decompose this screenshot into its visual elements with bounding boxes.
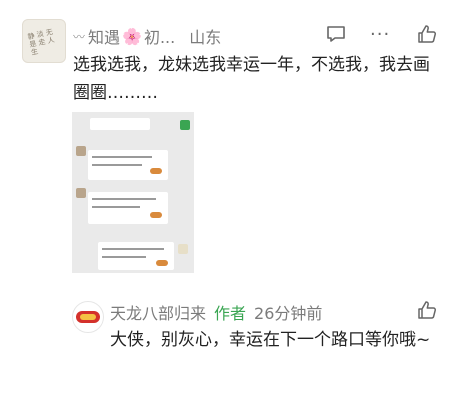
chat-line [92,198,156,200]
comment-image-thumbnail[interactable] [72,112,194,273]
reply-timestamp: 26分钟前 [254,304,323,323]
commenter-name-part2[interactable]: 初... [144,24,175,48]
author-logo-accent [80,314,96,320]
chat-emoji [150,168,162,174]
flower-icon: 🌸 [122,26,142,46]
more-options-icon[interactable]: ··· [370,26,390,44]
chat-line [102,256,146,258]
chat-line [92,156,152,158]
author-avatar[interactable] [72,301,104,333]
chat-bubble [88,192,168,224]
chat-line [102,248,164,250]
author-badge: 作者 [214,304,247,323]
commenter-location: 山东 [189,28,222,47]
chat-line [92,206,140,208]
reply-author-name[interactable]: 天龙八部归来 [110,300,206,324]
username-decoration: 〰 [73,29,85,44]
chat-emoji [150,212,162,218]
reply-body: 大侠，别灰心，幸运在下一个路口等你哦~ [110,330,431,350]
commenter-meta: 〰 知遇 🌸 初... 山东 [73,24,221,48]
chat-avatar [76,146,86,156]
commenter-avatar[interactable]: 静 淡 无 是 走 人 生 [22,19,66,63]
chat-line [92,164,142,166]
commenter-name-part1[interactable]: 知遇 [88,24,120,48]
avatar-scribble: 静 淡 无 是 走 人 生 [27,28,56,57]
chat-avatar [76,188,86,198]
reply-comment-icon[interactable] [326,25,346,43]
comment-body: 选我选我，龙妹选我幸运一年，不选我，我去画圈圈……… [73,55,430,103]
chat-bubble [90,118,150,130]
reply-meta: 天龙八部归来 作者 26分钟前 [110,301,322,323]
chat-avatar [178,244,188,254]
reply-like-icon[interactable] [417,300,437,320]
like-icon[interactable] [417,24,437,44]
chat-emoji [156,260,168,266]
chat-avatar [180,120,190,130]
